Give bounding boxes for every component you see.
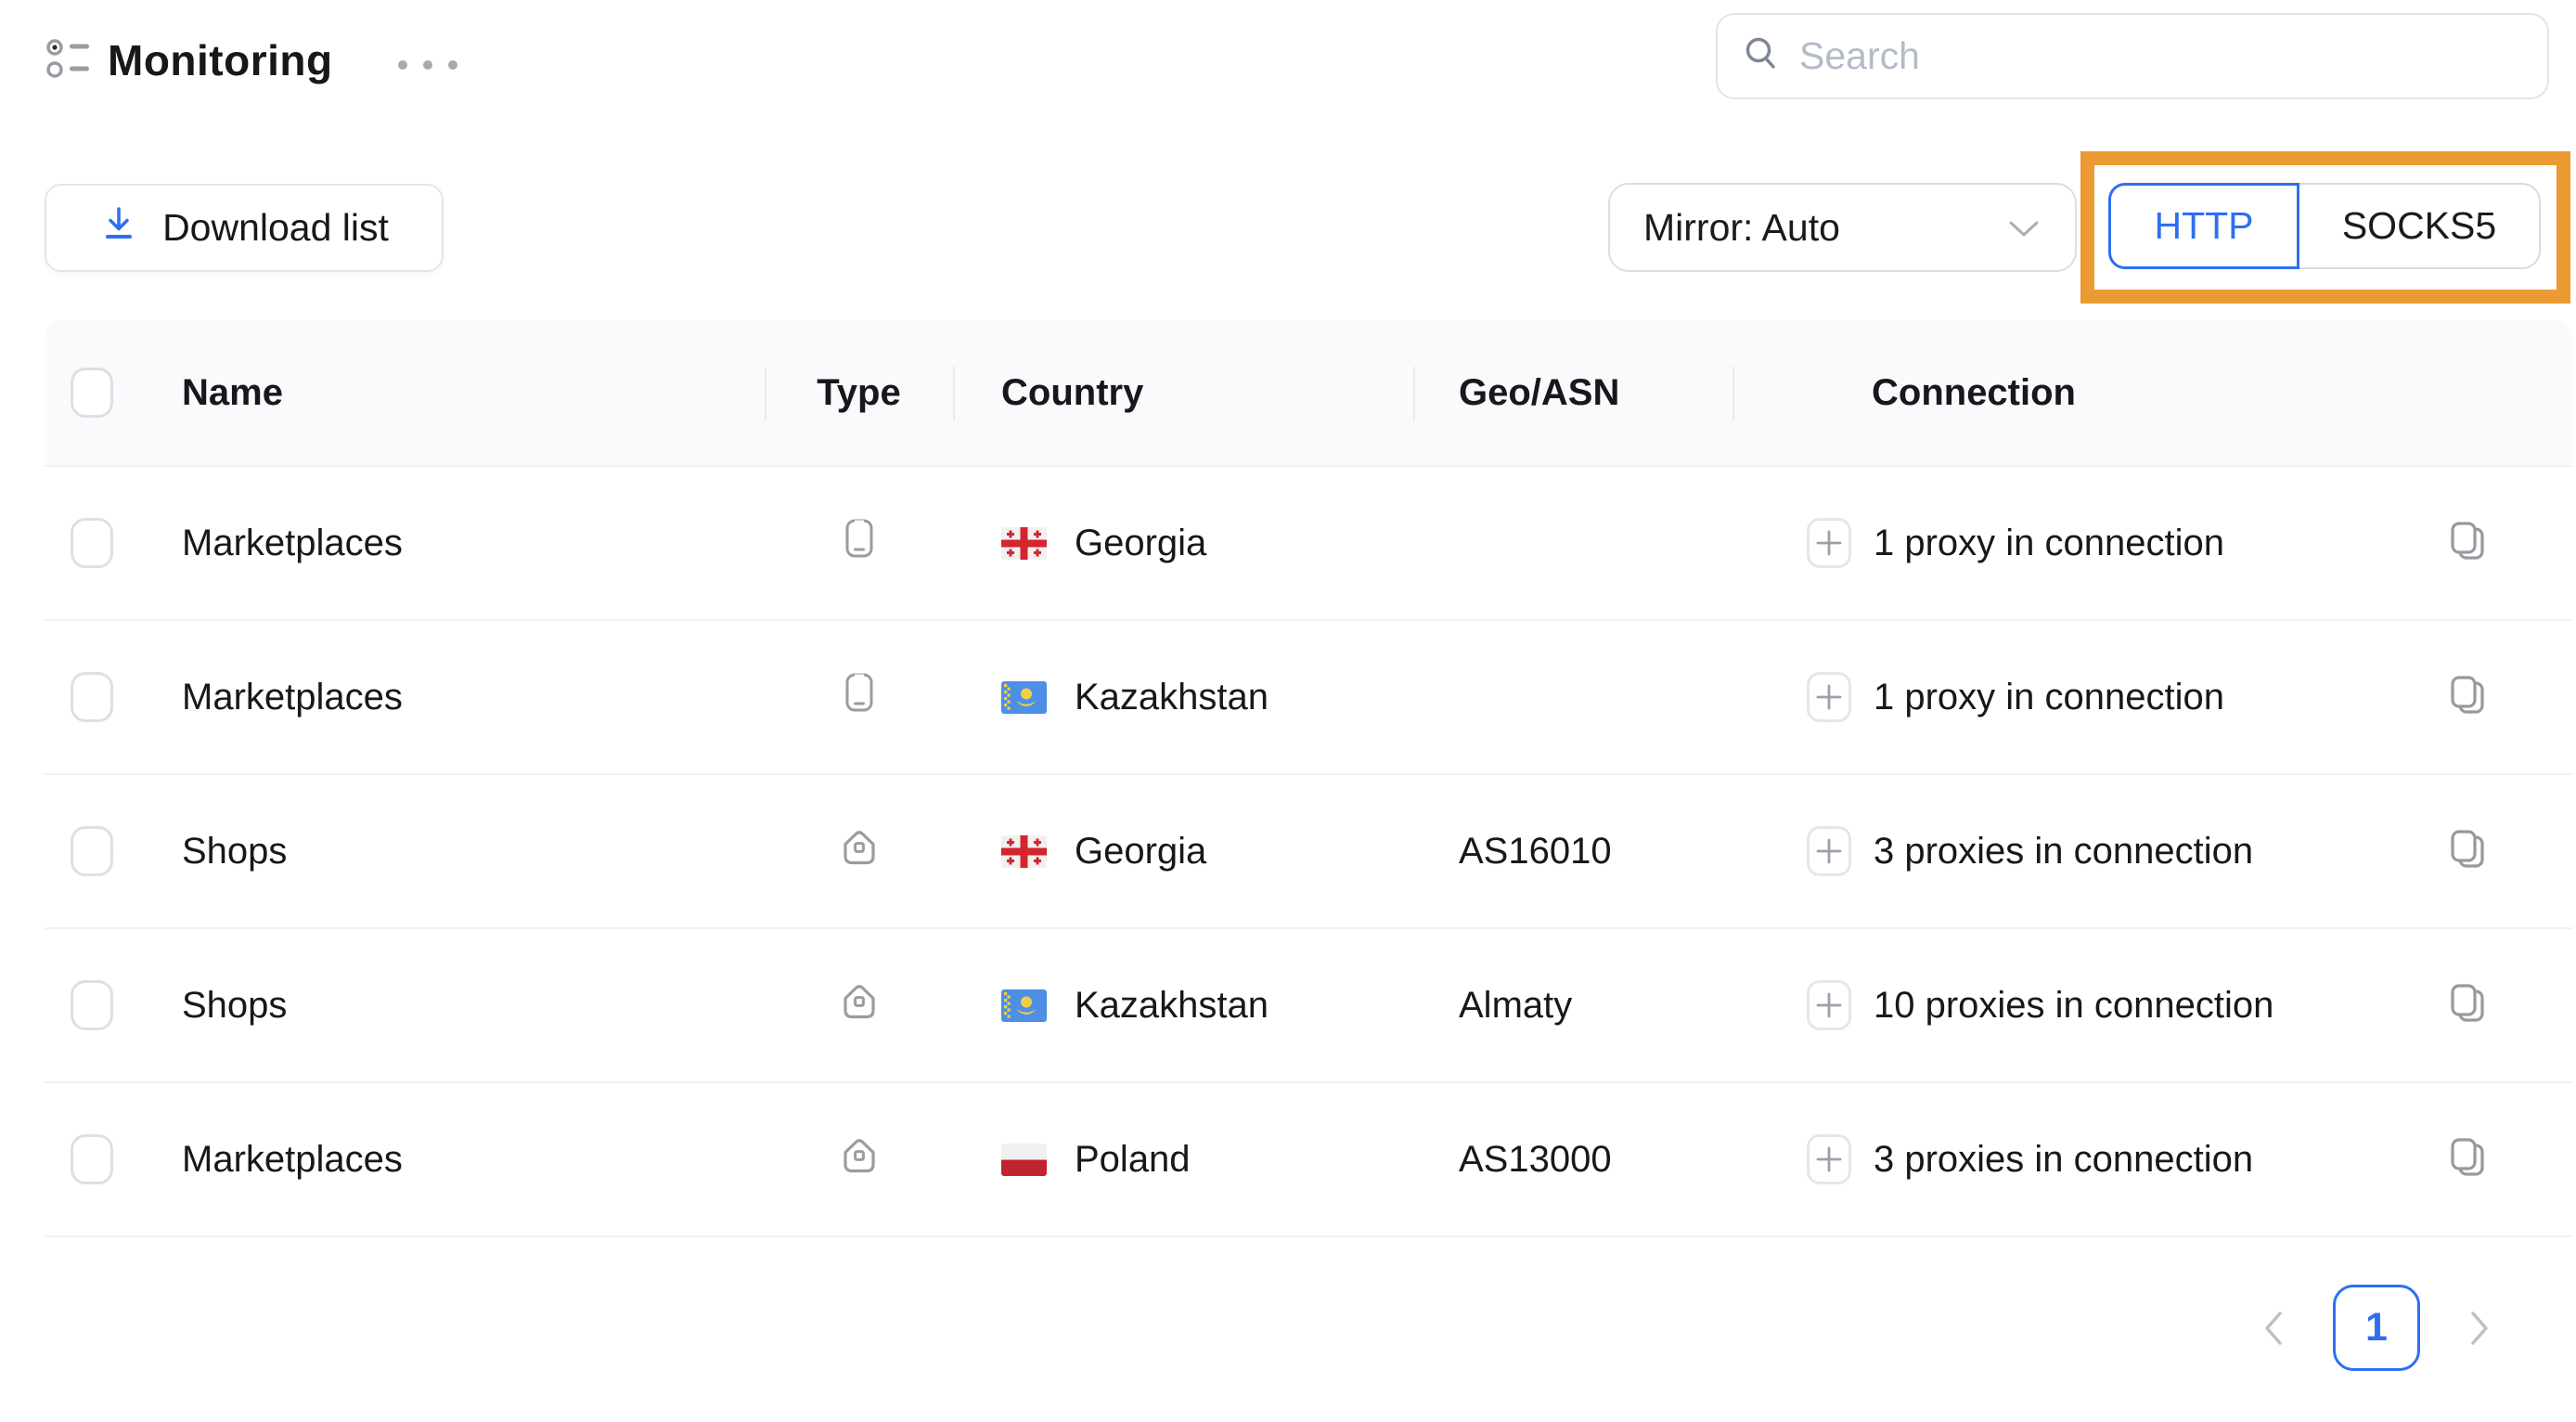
search-input[interactable] <box>1799 34 2525 78</box>
row-geo: AS13000 <box>1459 1139 1612 1181</box>
table-row: Marketplaces Georgia <box>45 467 2572 621</box>
flag-icon <box>1001 681 1047 714</box>
row-connection-label: 3 proxies in connection <box>1874 1139 2253 1181</box>
monitoring-page: Monitoring Download list Mirror: Auto <box>0 0 2576 1422</box>
column-header-name: Name <box>182 372 283 414</box>
residential-proxy-icon <box>838 979 881 1031</box>
select-all-checkbox[interactable] <box>71 368 113 418</box>
download-icon <box>99 204 138 252</box>
copy-button[interactable] <box>2444 1135 2491 1183</box>
copy-icon <box>2444 673 2491 721</box>
add-proxy-button[interactable] <box>1807 980 1851 1030</box>
mobile-proxy-icon <box>838 517 881 569</box>
table-header-row: Name Type Country Geo/ASN Connection <box>45 320 2572 467</box>
row-geo: Almaty <box>1459 985 1572 1027</box>
table-body: Marketplaces Georgia <box>45 467 2572 1237</box>
search-icon <box>1740 32 1783 80</box>
row-name: Marketplaces <box>182 677 403 718</box>
table-row: Shops Kazakhstan Almaty <box>45 929 2572 1083</box>
column-header-connection: Connection <box>1872 372 2076 414</box>
row-checkbox[interactable] <box>71 980 113 1030</box>
plus-icon <box>1815 1145 1843 1173</box>
copy-icon <box>2444 827 2491 875</box>
row-connection-label: 10 proxies in connection <box>1874 985 2273 1027</box>
column-header-type: Type <box>817 372 900 414</box>
row-connection-label: 1 proxy in connection <box>1874 523 2224 564</box>
copy-button[interactable] <box>2444 673 2491 721</box>
previous-page-button[interactable] <box>2253 1300 2294 1356</box>
row-geo: AS16010 <box>1459 831 1612 873</box>
row-country-label: Kazakhstan <box>1075 677 1269 718</box>
table-row: Marketplaces Kazakhstan <box>45 621 2572 775</box>
row-name: Marketplaces <box>182 1139 403 1181</box>
row-country-label: Georgia <box>1075 523 1206 564</box>
more-menu-icon[interactable] <box>386 45 470 85</box>
download-list-button[interactable]: Download list <box>45 184 444 272</box>
protocol-toggle: HTTP SOCKS5 <box>2108 183 2541 269</box>
row-name: Shops <box>182 985 287 1027</box>
column-header-geo: Geo/ASN <box>1459 372 1619 414</box>
row-checkbox[interactable] <box>71 672 113 722</box>
column-header-country: Country <box>1001 372 1143 414</box>
mobile-proxy-icon <box>838 671 881 723</box>
row-checkbox[interactable] <box>71 1134 113 1184</box>
copy-icon <box>2444 981 2491 1029</box>
mirror-dropdown[interactable]: Mirror: Auto <box>1608 183 2077 272</box>
page-title: Monitoring <box>108 35 333 85</box>
download-list-label: Download list <box>162 206 389 250</box>
add-proxy-button[interactable] <box>1807 518 1851 568</box>
plus-icon <box>1815 991 1843 1019</box>
row-country-label: Kazakhstan <box>1075 985 1269 1027</box>
plus-icon <box>1815 837 1843 865</box>
copy-button[interactable] <box>2444 827 2491 875</box>
flag-icon <box>1001 835 1047 868</box>
row-checkbox[interactable] <box>71 826 113 876</box>
next-page-button[interactable] <box>2459 1300 2500 1356</box>
flag-icon <box>1001 527 1047 560</box>
protocol-tab-http[interactable]: HTTP <box>2108 183 2299 269</box>
residential-proxy-icon <box>838 825 881 877</box>
proxy-table: Name Type Country Geo/ASN Connection Mar… <box>45 320 2572 1237</box>
row-country-label: Georgia <box>1075 831 1206 873</box>
copy-button[interactable] <box>2444 519 2491 567</box>
flag-icon <box>1001 1144 1047 1176</box>
add-proxy-button[interactable] <box>1807 826 1851 876</box>
table-row: Shops Georgia AS16010 <box>45 775 2572 929</box>
row-name: Marketplaces <box>182 523 403 564</box>
mirror-dropdown-value: Mirror: Auto <box>1643 206 1840 250</box>
page-number-button[interactable]: 1 <box>2333 1285 2420 1371</box>
row-checkbox[interactable] <box>71 518 113 568</box>
row-country-label: Poland <box>1075 1139 1191 1181</box>
residential-proxy-icon <box>838 1133 881 1185</box>
add-proxy-button[interactable] <box>1807 1134 1851 1184</box>
copy-button[interactable] <box>2444 981 2491 1029</box>
plus-icon <box>1815 683 1843 711</box>
row-connection-label: 1 proxy in connection <box>1874 677 2224 718</box>
add-proxy-button[interactable] <box>1807 672 1851 722</box>
copy-icon <box>2444 519 2491 567</box>
table-row: Marketplaces Poland AS13000 <box>45 1083 2572 1237</box>
row-connection-label: 3 proxies in connection <box>1874 831 2253 873</box>
chevron-right-icon <box>2465 1306 2494 1351</box>
chevron-down-icon <box>2006 206 2041 250</box>
row-name: Shops <box>182 831 287 873</box>
copy-icon <box>2444 1135 2491 1183</box>
pagination: 1 <box>2253 1285 2500 1371</box>
flag-icon <box>1001 989 1047 1022</box>
protocol-tab-socks5[interactable]: SOCKS5 <box>2299 185 2539 267</box>
search-box <box>1716 13 2549 99</box>
chevron-left-icon <box>2259 1306 2288 1351</box>
plus-icon <box>1815 529 1843 557</box>
monitoring-list-icon <box>45 35 91 84</box>
